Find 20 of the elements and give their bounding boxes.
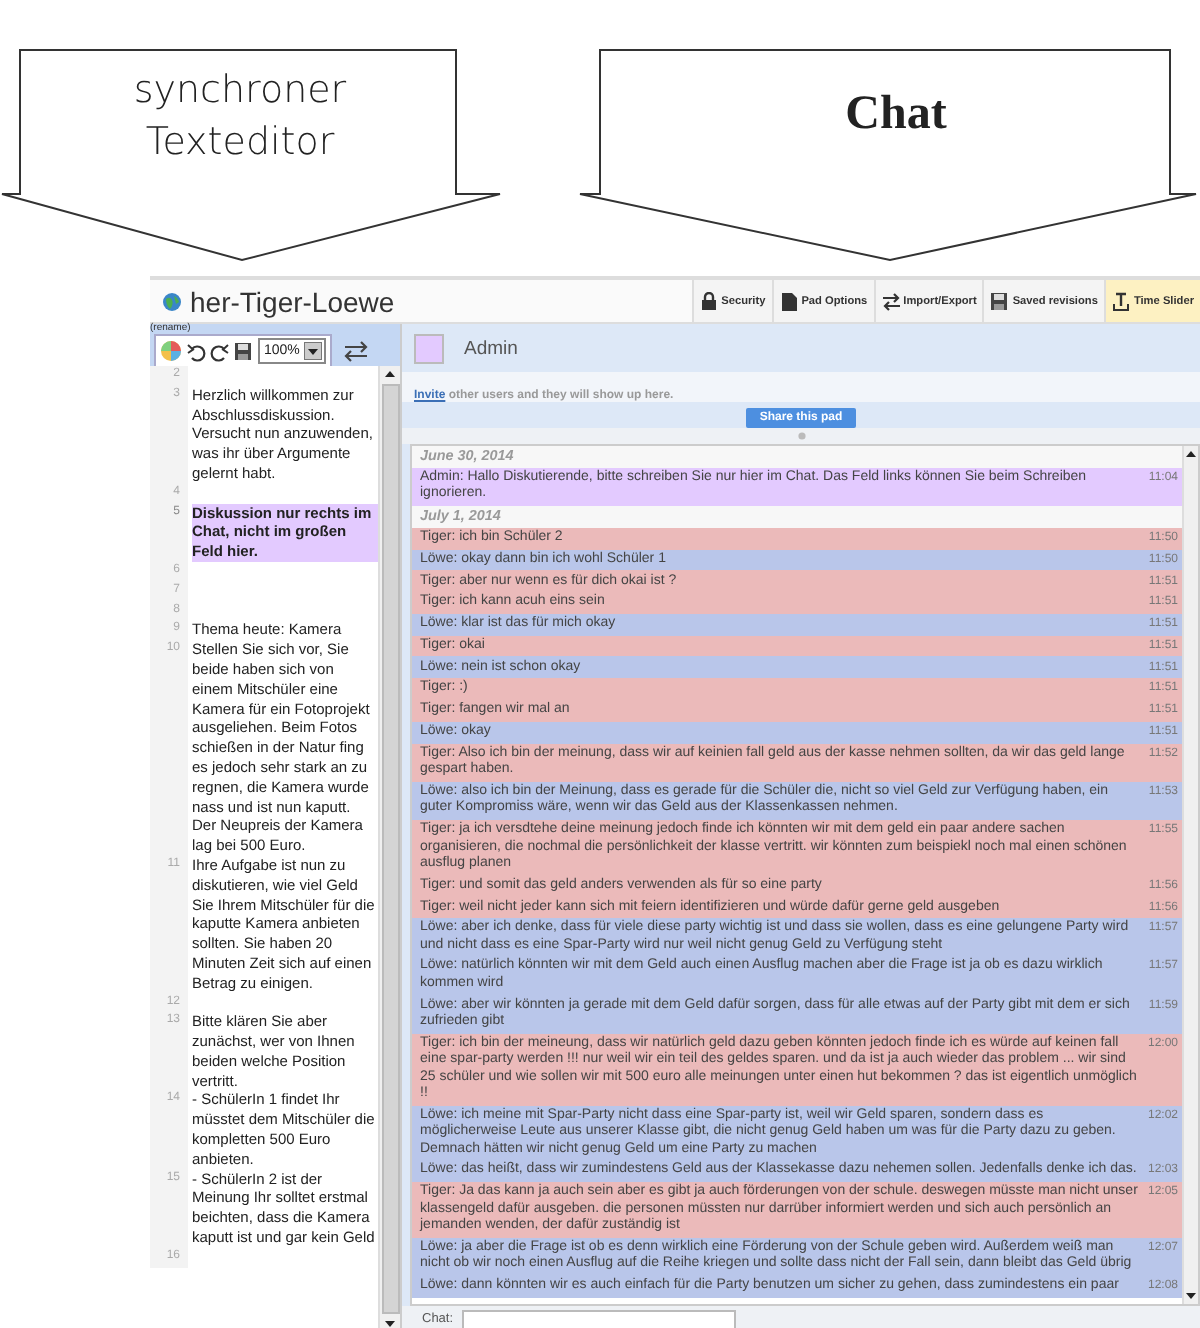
chat-input-field[interactable] xyxy=(461,1309,736,1328)
page-icon xyxy=(779,291,798,311)
redo-icon[interactable] xyxy=(210,341,230,361)
undo-icon[interactable] xyxy=(186,341,206,361)
resize-handle-icon[interactable] xyxy=(797,432,805,440)
swap-arrows-icon xyxy=(881,291,900,311)
globe-icon xyxy=(162,291,182,311)
dropdown-caret-icon xyxy=(303,342,322,360)
scrollbar[interactable] xyxy=(1182,446,1198,1304)
pad-title: her-Tiger-Loewe xyxy=(190,285,397,317)
color-wheel-icon[interactable] xyxy=(160,340,182,362)
user-name: Admin xyxy=(464,337,518,359)
lock-icon xyxy=(699,291,718,311)
callout-label: synchroner Texteditor xyxy=(131,66,349,168)
user-color-swatch[interactable] xyxy=(414,333,444,363)
scroll-down-icon[interactable] xyxy=(1184,1288,1198,1304)
callout-label: Chat xyxy=(843,86,949,144)
swap-arrows-icon[interactable] xyxy=(343,340,368,362)
scrollbar[interactable] xyxy=(378,366,400,1328)
time-slider-icon xyxy=(1111,291,1130,311)
